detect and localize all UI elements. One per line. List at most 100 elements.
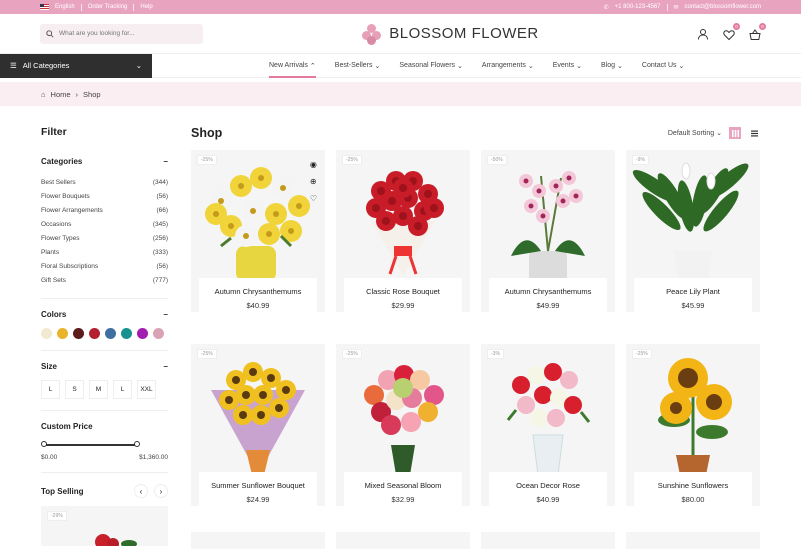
collapse-icon: – [163,362,168,371]
nav-blog[interactable]: Blog ⌄ [601,54,623,78]
add-to-cart-icon[interactable]: ⊕ [310,177,317,186]
color-swatch[interactable] [73,328,84,339]
product-info: Autumn Chrysanthemums $40.99 [199,278,317,318]
color-swatch[interactable] [153,328,164,339]
nav-best-sellers[interactable]: Best-Sellers ⌄ [335,54,381,78]
nav-contact-us[interactable]: Contact Us ⌄ [642,54,685,78]
product-image [481,350,615,480]
chevron-down-icon: ⌄ [678,62,685,70]
all-categories-button[interactable]: ☰ All Categories ⌄ [0,53,152,78]
product-card[interactable]: -50% Autumn Chrysanthemums $49.99 [481,150,615,318]
top-selling-card[interactable]: -29% [41,506,168,546]
price-range-slider[interactable] [41,440,168,450]
order-tracking-link[interactable]: Order Tracking [88,4,128,10]
size-option[interactable]: M [89,380,108,399]
category-item[interactable]: Occasions (345) [41,217,168,231]
category-label: Occasions [41,220,72,228]
list-view-icon[interactable] [748,127,760,139]
quick-view-icon[interactable]: ◉ [310,160,317,169]
category-item[interactable]: Flower Bouquets (56) [41,189,168,203]
filter-sidebar: Filter Categories – Best Sellers (344) Flow… [41,126,168,549]
help-link[interactable]: Help [140,4,152,10]
language-selector[interactable]: English [55,4,75,10]
product-name[interactable]: Autumn Chrysanthemums [489,287,607,296]
colors-header[interactable]: Colors – [41,310,168,319]
size-option[interactable]: L [113,380,132,399]
grid-view-icon[interactable] [729,127,741,139]
categories-header[interactable]: Categories – [41,157,168,166]
color-swatch[interactable] [121,328,132,339]
product-price: $40.99 [246,301,270,310]
brand-logo[interactable]: BLOSSOM FLOWER [361,23,539,45]
size-option[interactable]: L [41,380,60,399]
breadcrumb-home[interactable]: Home [51,90,71,99]
product-price: $29.99 [391,301,415,310]
prev-arrow-icon[interactable]: ‹ [134,484,148,498]
nav-seasonal-flowers[interactable]: Seasonal Flowers ⌄ [399,54,463,78]
email-link[interactable]: contact@blossomflower.com [685,4,761,10]
product-card[interactable]: -25% Mixed Seasonal Bloom $32.99 [336,344,470,512]
category-label: Plants [41,248,60,256]
size-header[interactable]: Size – [41,362,168,371]
color-swatch[interactable] [89,328,100,339]
wishlist-button[interactable]: 0 [723,22,740,40]
cart-button[interactable]: 0 [749,22,766,40]
price-max-handle[interactable] [134,441,140,447]
product-name[interactable]: Summer Sunflower Bouquet [199,481,317,490]
flower-logo-icon [361,23,383,45]
color-swatch[interactable] [137,328,148,339]
menu-icon: ☰ [10,61,17,70]
nav-label: Events [552,62,575,69]
product-card[interactable]: -9% Peace Lily Plant $45.99 [626,150,760,318]
category-count: (345) [152,220,168,228]
chevron-right-icon: › [75,89,79,99]
category-item[interactable]: Flower Arrangements (66) [41,203,168,217]
color-swatch[interactable] [105,328,116,339]
product-image [336,350,470,480]
heart-icon[interactable]: ♡ [310,194,317,203]
product-name[interactable]: Classic Rose Bouquet [344,287,462,296]
breadcrumb-current: Shop [83,89,101,99]
product-card[interactable]: -25% ◉ ⊕ ♡ Autumn Chrysanthemums $40.99 [191,150,325,318]
section-title: Size [41,362,58,371]
product-price: $40.99 [536,495,560,504]
product-name[interactable]: Sunshine Sunflowers [634,481,752,490]
user-icon[interactable] [697,28,709,40]
section-title: Categories [41,157,83,166]
category-count: (344) [152,178,168,186]
category-label: Floral Subscriptions [41,262,99,270]
nav-events[interactable]: Events ⌄ [553,54,582,78]
nav-arrangements[interactable]: Arrangements ⌄ [482,54,534,78]
category-item[interactable]: Plants (333) [41,245,168,259]
product-name[interactable]: Mixed Seasonal Bloom [344,481,462,490]
product-name[interactable]: Ocean Decor Rose [489,481,607,490]
price-min-handle[interactable] [41,441,47,447]
nav-label: Blog [601,62,616,69]
sort-dropdown[interactable]: Default Sorting ⌄ [668,129,722,137]
search-box[interactable] [40,23,203,44]
product-card[interactable]: -25% Sunshine Sunflowers $80.00 [626,344,760,512]
search-input[interactable] [59,30,189,37]
color-swatch[interactable] [41,328,52,339]
product-name[interactable]: Autumn Chrysanthemums [199,287,317,296]
chevron-down-icon: ⌄ [457,62,463,70]
category-label: Gift Sets [41,276,66,284]
product-name[interactable]: Peace Lily Plant [634,287,752,296]
product-info: Sunshine Sunflowers $80.00 [634,472,752,512]
size-option[interactable]: XXL [137,380,156,399]
color-swatch[interactable] [57,328,68,339]
nav-new-arrivals[interactable]: New Arrivals ⌃ [269,54,316,78]
product-price: $45.99 [681,301,705,310]
next-arrow-icon[interactable]: › [154,484,168,498]
product-image [626,350,760,480]
category-count: (56) [156,192,168,200]
category-item[interactable]: Gift Sets (777) [41,273,168,287]
category-item[interactable]: Floral Subscriptions (56) [41,259,168,273]
category-item[interactable]: Flower Types (256) [41,231,168,245]
product-card[interactable]: -25% Classic Rose Bouquet $29.99 [336,150,470,318]
size-option[interactable]: S [65,380,84,399]
product-card[interactable]: -3% Ocean Decor Rose $40.99 [481,344,615,512]
product-card[interactable]: -25% Summer Sunflower Bouquet $24.99 [191,344,325,512]
all-categories-label: All Categories [22,61,70,70]
category-item[interactable]: Best Sellers (344) [41,175,168,189]
